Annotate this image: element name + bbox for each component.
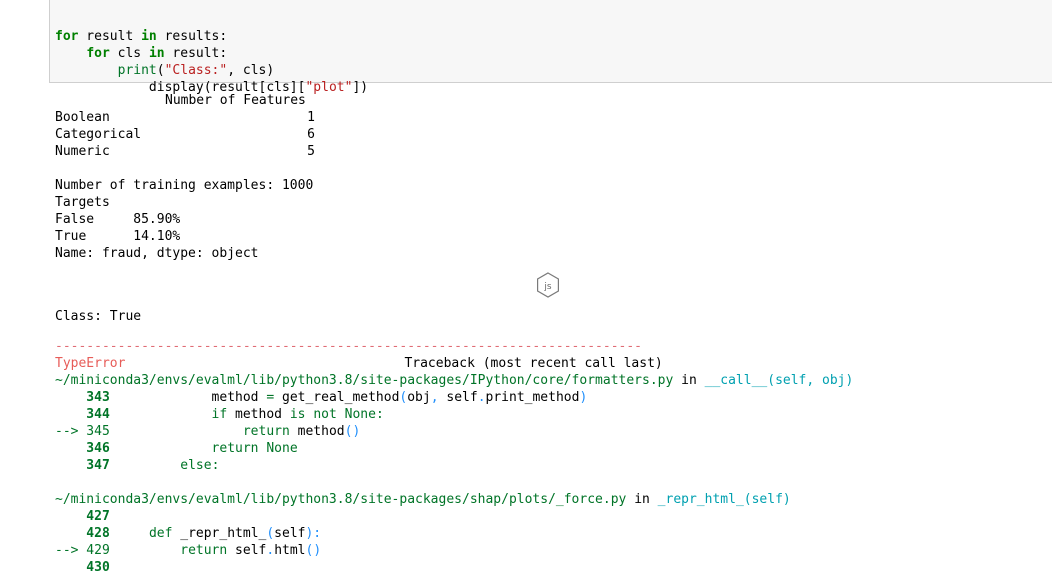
code-line: else: [180,458,220,473]
code-line: return None [211,441,298,456]
code-line: def _repr_html_(self): [148,526,322,541]
training-examples: Number of training examples: 1000 [55,178,314,193]
frame1-path[interactable]: ~/miniconda3/envs/evalml/lib/python3.8/s… [55,373,673,388]
code-input-cell[interactable]: for result in results: for cls in result… [49,0,1052,95]
error-type: TypeError [55,356,126,371]
row-value: 5 [307,144,315,159]
table-row: Numeric 5 [55,143,315,160]
code-line: method = get_real_method(obj, self.print… [117,390,588,405]
line-number: 346 [55,441,110,456]
line-number-current: --> 429 [55,543,110,558]
traceback-header: Traceback (most recent call last) [404,356,663,371]
frame2-func: _repr_html_(self) [657,492,791,507]
features-table-header: Number of Features [55,92,315,109]
line-number: 428 [55,526,110,541]
row-label: Numeric [55,144,110,159]
features-table: Number of Features Boolean 1 Categorical… [55,92,315,160]
code-line: if method is not None: [211,407,384,422]
table-row: Boolean 1 [55,109,315,126]
code-editor[interactable]: for result in results: for cls in result… [55,11,368,96]
line-number-current: --> 345 [55,424,110,439]
row-value: 1 [307,110,315,125]
line-number: 430 [55,560,110,575]
js-icon: js [536,272,559,298]
training-output: Number of training examples: 1000 Target… [55,177,313,262]
line-number: 347 [55,458,110,473]
traceback: ----------------------------------------… [55,338,853,576]
targets-false-row: False 85.90% [55,212,181,227]
row-label: Categorical [55,127,142,142]
code-line-2: for cls in result: [86,46,228,61]
code-line: return method() [242,424,361,439]
frame1-in: in [681,373,697,388]
code-line-1: for result in results: [55,29,228,44]
notebook-page: for result in results: for cls in result… [0,0,1052,575]
row-value: 6 [307,127,315,142]
js-badge-label: js [543,282,552,292]
line-number: 343 [55,390,110,405]
line-number: 344 [55,407,110,422]
frame1-func: __call__(self, obj) [704,373,854,388]
targets-name-row: Name: fraud, dtype: object [55,246,259,261]
traceback-separator: ----------------------------------------… [55,339,642,354]
class-output: Class: True [55,309,142,324]
code-line: return self.html() [180,543,322,558]
table-row: Categorical 6 [55,126,315,143]
targets-label: Targets [55,195,110,210]
frame2-in: in [634,492,650,507]
targets-true-row: True 14.10% [55,229,181,244]
row-label: Boolean [55,110,110,125]
features-column-header: Number of Features [165,93,306,108]
frame2-path[interactable]: ~/miniconda3/envs/evalml/lib/python3.8/s… [55,492,626,507]
code-line-3: print("Class:", cls) [117,63,275,78]
line-number: 427 [55,509,110,524]
